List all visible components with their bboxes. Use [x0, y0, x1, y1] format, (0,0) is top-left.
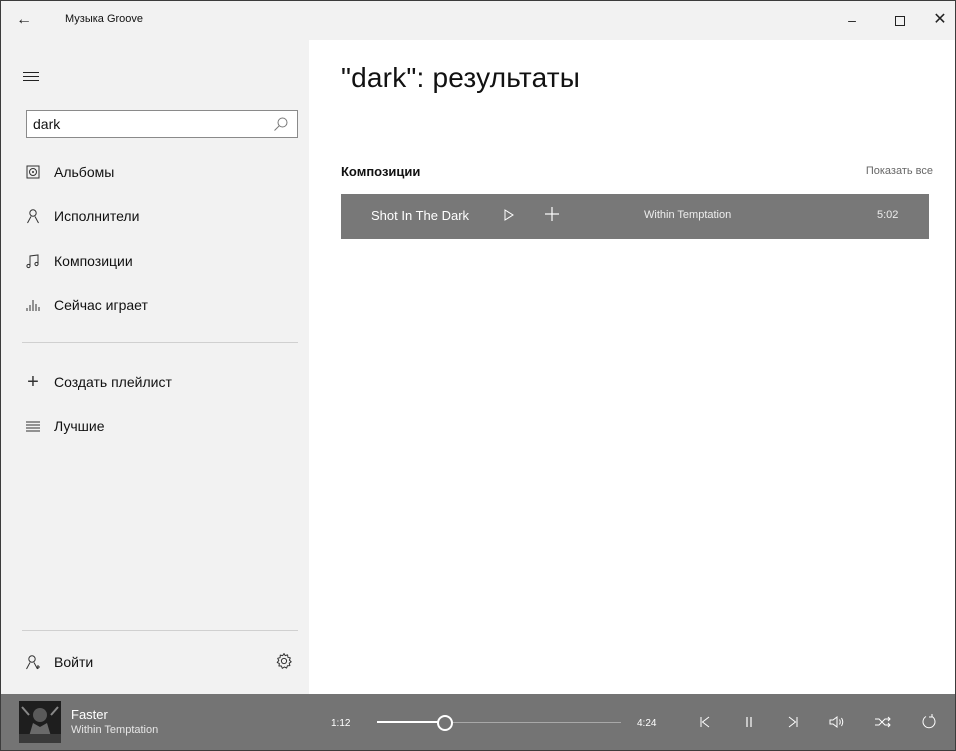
- maximize-icon: [895, 16, 905, 27]
- sidebar-item-songs[interactable]: Композиции: [1, 243, 309, 279]
- user-icon: [25, 654, 41, 670]
- app-title: Музыка Groove: [65, 13, 144, 25]
- track-title: Shot In The Dark: [371, 208, 470, 223]
- page-title: "dark": результаты: [341, 62, 581, 93]
- sidebar-item-now-playing[interactable]: Сейчас играет: [1, 287, 309, 323]
- track-artist[interactable]: Within Temptation: [644, 209, 731, 221]
- next-icon[interactable]: [783, 712, 803, 732]
- previous-icon[interactable]: [695, 712, 715, 732]
- sidebar-divider: [22, 342, 298, 343]
- sign-in-label: Войти: [54, 654, 94, 670]
- show-all-link[interactable]: Показать все: [866, 165, 933, 177]
- track-duration: 5:02: [877, 209, 899, 221]
- search-icon[interactable]: [273, 116, 289, 132]
- now-playing-title[interactable]: Faster: [71, 707, 108, 722]
- sidebar-item-label: Композиции: [54, 253, 133, 269]
- now-playing-artist[interactable]: Within Temptation: [71, 724, 158, 736]
- seek-progress: [377, 721, 445, 723]
- playlist-icon: [25, 418, 41, 434]
- shuffle-icon[interactable]: [873, 712, 893, 732]
- minimize-button[interactable]: –: [841, 9, 863, 31]
- search-box[interactable]: [26, 110, 298, 138]
- create-playlist-label: Создать плейлист: [54, 374, 172, 390]
- app-window: ← Музыка Groove – ✕ dark Альбомы Исполни…: [0, 0, 956, 751]
- repeat-icon[interactable]: [919, 712, 939, 732]
- sidebar-item-label: Исполнители: [54, 208, 140, 224]
- sidebar-item-playlist-best[interactable]: Лучшие: [1, 408, 309, 444]
- pause-icon[interactable]: [739, 712, 759, 732]
- sidebar-item-label: Альбомы: [54, 164, 115, 180]
- play-icon[interactable]: [501, 206, 517, 224]
- sidebar-item-label: Лучшие: [54, 418, 105, 434]
- artist-icon: [25, 208, 41, 224]
- sign-in-button[interactable]: Войти: [1, 644, 309, 680]
- track-row[interactable]: Shot In The Dark Within Temptation 5:02: [341, 194, 929, 239]
- create-playlist-button[interactable]: + Создать плейлист: [1, 364, 309, 400]
- seek-thumb[interactable]: [437, 715, 453, 731]
- main-content: "dark": результаты Композиции Показать в…: [309, 40, 955, 694]
- title-bar: ← Музыка Groove – ✕: [1, 1, 955, 40]
- album-art[interactable]: [19, 701, 61, 743]
- total-time: 4:24: [637, 718, 657, 729]
- maximize-button[interactable]: [889, 9, 911, 31]
- close-button[interactable]: ✕: [929, 9, 951, 31]
- add-icon[interactable]: [543, 205, 561, 223]
- hamburger-menu-icon[interactable]: [23, 72, 39, 84]
- sidebar-divider: [22, 630, 298, 631]
- gear-icon[interactable]: [275, 652, 293, 670]
- search-input[interactable]: [33, 115, 263, 133]
- now-playing-icon: [25, 297, 41, 313]
- section-title-songs: Композиции: [341, 164, 421, 179]
- current-time: 1:12: [331, 718, 351, 729]
- sidebar-item-label: Сейчас играет: [54, 297, 148, 313]
- album-icon: [25, 164, 41, 180]
- seek-slider[interactable]: [377, 714, 621, 732]
- player-bar: Faster Within Temptation 1:12 4:24: [1, 694, 955, 750]
- sidebar: Альбомы Исполнители Композиции: [1, 40, 309, 694]
- plus-icon: +: [27, 371, 39, 393]
- volume-icon[interactable]: [827, 712, 847, 732]
- sidebar-item-albums[interactable]: Альбомы: [1, 154, 309, 190]
- back-arrow-icon[interactable]: ←: [13, 11, 35, 29]
- sidebar-item-artists[interactable]: Исполнители: [1, 198, 309, 234]
- music-note-icon: [25, 253, 41, 269]
